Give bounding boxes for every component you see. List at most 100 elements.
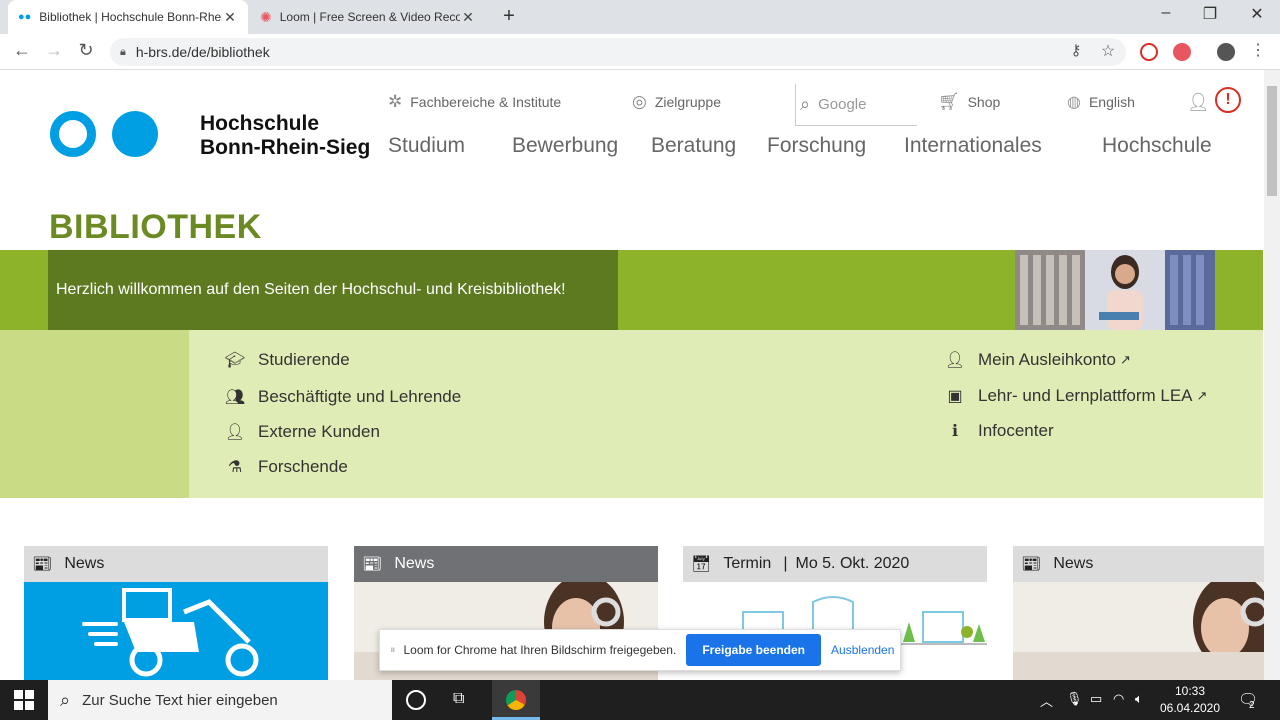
shop-label: Shop xyxy=(967,94,1001,110)
card-label: News xyxy=(394,555,435,572)
web-page: Hochschule Bonn-Rhein-Sieg ✲ Fachbereich… xyxy=(0,70,1264,680)
tray-chevron-icon[interactable]: ︿ xyxy=(1040,691,1053,710)
card-news-1-image[interactable] xyxy=(24,582,328,680)
nav-bewerbung[interactable]: Bewerbung xyxy=(512,134,618,158)
external-link-icon: ↗ xyxy=(1119,352,1131,367)
cortana-icon[interactable] xyxy=(406,690,426,710)
profile-icon[interactable] xyxy=(1217,43,1235,61)
newspaper-icon: 📰︎ xyxy=(1021,556,1042,573)
reload-icon[interactable]: ↻ xyxy=(74,40,98,61)
nav-internationales[interactable]: Internationales xyxy=(904,134,1042,158)
task-view-icon[interactable]: ⧉ xyxy=(453,690,464,708)
windows-taskbar: ⌕ Zur Suche Text hier eingeben ⧉ ︿ 🎙︎ ▭ … xyxy=(0,680,1280,720)
logo-dot[interactable] xyxy=(112,111,158,157)
bookmark-star-icon[interactable]: ☆ xyxy=(1096,41,1120,61)
card-label: News xyxy=(1053,555,1094,572)
system-clock[interactable]: 10:33 06.04.2020 xyxy=(1152,683,1228,717)
card-news-1-header[interactable]: 📰︎ News xyxy=(24,546,328,582)
external-link-icon: ↗ xyxy=(1196,388,1208,403)
add-user-icon: 👤︎ xyxy=(224,424,246,441)
image-icon: ▣ xyxy=(947,388,963,405)
hide-button[interactable]: Ausblenden xyxy=(831,643,894,657)
zielgruppe-link[interactable]: ◎ Zielgruppe xyxy=(632,92,721,112)
search-icon: ⌕ xyxy=(60,689,71,710)
taskbar-search-placeholder: Zur Suche Text hier eingeben xyxy=(82,691,278,709)
key-icon[interactable]: ⚷ xyxy=(1064,41,1088,59)
globe-icon: ◍ xyxy=(1067,94,1081,111)
card-termin-header[interactable]: 📅︎ Termin | Mo 5. Okt. 2020 xyxy=(683,546,987,582)
new-tab-button[interactable]: + xyxy=(498,5,520,28)
microphone-icon[interactable]: 🎙︎ xyxy=(1066,691,1083,707)
group-icon: 👥︎ xyxy=(224,389,246,406)
lock-icon: 🔒︎ xyxy=(120,45,126,58)
library-photo xyxy=(1015,250,1215,330)
nav-hochschule[interactable]: Hochschule xyxy=(1102,134,1212,158)
page-scrollbar[interactable] xyxy=(1264,70,1280,680)
close-window-button[interactable]: ✕ xyxy=(1237,4,1277,24)
link-externe-kunden[interactable]: 👤︎ Externe Kunden xyxy=(224,422,380,442)
card-news-2-header[interactable]: 📰︎ News xyxy=(354,546,658,582)
back-icon[interactable]: ← xyxy=(10,40,34,61)
volume-icon[interactable]: 🔈︎ xyxy=(1135,691,1143,707)
scrollbar-thumb[interactable] xyxy=(1267,86,1277,196)
windows-start-icon[interactable] xyxy=(14,690,34,710)
newspaper-icon: 📰︎ xyxy=(362,556,383,573)
address-bar[interactable]: 🔒︎ h-brs.de/de/bibliothek xyxy=(110,38,1126,66)
nav-beratung[interactable]: Beratung xyxy=(651,134,736,158)
hbrs-favicon-icon: ●● xyxy=(18,11,32,23)
battery-icon[interactable]: ▭ xyxy=(1090,691,1102,707)
wifi-icon[interactable]: ◠ xyxy=(1113,691,1124,707)
link-forschende[interactable]: ⚗︎ Forschende xyxy=(224,457,348,477)
fachbereiche-link[interactable]: ✲ Fachbereiche & Institute xyxy=(388,92,561,112)
maximize-button[interactable]: ❐ xyxy=(1190,4,1230,24)
nav-studium[interactable]: Studium xyxy=(388,134,465,158)
alert-icon[interactable]: ! xyxy=(1215,87,1241,113)
page-title: BIBLIOTHEK xyxy=(49,208,262,246)
loom-extension-icon[interactable] xyxy=(1173,43,1191,61)
link-lea[interactable]: ▣ Lehr- und Lernplattform LEA ↗ xyxy=(944,386,1207,406)
chrome-icon xyxy=(506,690,526,710)
tab-title: Bibliothek | Hochschule Bonn-Rhein-Sieg xyxy=(39,10,222,24)
card-news-3-image[interactable] xyxy=(1013,582,1264,680)
cart-icon: 🛒︎ xyxy=(938,92,960,111)
zielgruppe-label: Zielgruppe xyxy=(654,94,721,110)
drag-handle-icon[interactable]: ⏸ xyxy=(390,644,396,657)
loom-share-bar: ⏸ Loom for Chrome hat Ihren Bildschirm f… xyxy=(379,629,901,671)
logo-ring[interactable] xyxy=(50,111,96,157)
english-label: English xyxy=(1088,94,1135,110)
link-label: Studierende xyxy=(258,350,350,369)
loom-favicon-icon: ✺ xyxy=(260,8,272,25)
close-tab-icon[interactable]: ✕ xyxy=(460,9,476,26)
link-label: Mein Ausleihkonto xyxy=(978,350,1116,369)
info-icon: ℹ︎ xyxy=(951,423,959,440)
extension-icon[interactable] xyxy=(1140,43,1158,61)
shop-link[interactable]: 🛒︎ Shop xyxy=(938,92,1000,112)
flask-icon: ⚗︎ xyxy=(227,459,243,476)
tab-bibliothek[interactable]: ●● Bibliothek | Hochschule Bonn-Rhein-Si… xyxy=(8,0,248,34)
link-infocenter[interactable]: ℹ︎ Infocenter xyxy=(944,421,1054,441)
link-studierende[interactable]: 🎓︎ Studierende xyxy=(224,350,350,370)
brand-name[interactable]: Hochschule Bonn-Rhein-Sieg xyxy=(200,112,370,160)
link-label: Externe Kunden xyxy=(258,422,380,441)
user-icon[interactable]: 👤︎ xyxy=(1187,92,1210,113)
close-tab-icon[interactable]: ✕ xyxy=(222,9,238,26)
search-field[interactable]: ⌕ Google xyxy=(795,84,917,126)
stop-sharing-button[interactable]: Freigabe beenden xyxy=(686,634,822,666)
tab-loom[interactable]: ✺ Loom | Free Screen & Video Recording ✕ xyxy=(250,0,486,34)
search-icon: ⌕ xyxy=(800,94,811,114)
minimize-button[interactable]: – xyxy=(1146,4,1186,22)
link-ausleihkonto[interactable]: 👤︎ Mein Ausleihkonto ↗ xyxy=(944,350,1131,370)
link-beschaeftigte[interactable]: 👥︎ Beschäftigte und Lehrende xyxy=(224,387,461,407)
tab-title: Loom | Free Screen & Video Recording xyxy=(279,10,460,24)
network-icon: ✲ xyxy=(388,92,403,111)
chrome-taskbar-button[interactable] xyxy=(492,680,540,720)
search-placeholder: Google xyxy=(818,96,867,113)
forward-icon[interactable]: → xyxy=(42,40,66,61)
card-news-3-header[interactable]: 📰︎ News xyxy=(1013,546,1264,582)
nav-forschung[interactable]: Forschung xyxy=(767,134,866,158)
menu-dots-icon[interactable]: ⋮ xyxy=(1246,40,1270,60)
link-label: Beschäftigte und Lehrende xyxy=(258,387,462,406)
taskbar-search[interactable]: ⌕ Zur Suche Text hier eingeben xyxy=(48,680,392,720)
english-link[interactable]: ◍ English xyxy=(1067,92,1135,112)
fachbereiche-label: Fachbereiche & Institute xyxy=(410,94,562,110)
